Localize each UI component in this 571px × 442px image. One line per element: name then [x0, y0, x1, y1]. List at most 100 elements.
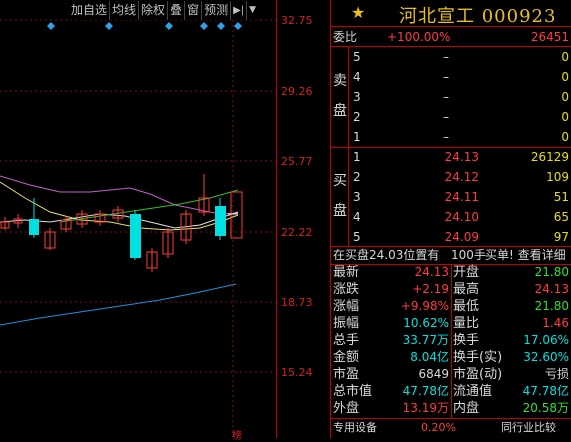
- buy-volume: 97: [553, 230, 569, 244]
- buy-volume: 26129: [530, 150, 569, 164]
- buy-volume: 51: [553, 190, 569, 204]
- ex-rights-button[interactable]: 除权: [139, 1, 169, 20]
- quote-label: 最低: [453, 299, 480, 314]
- quote-value: +2.19: [412, 282, 449, 296]
- quote-value: +9.98%: [400, 299, 449, 313]
- star-icon[interactable]: ★: [351, 3, 365, 22]
- quote-row: 外盘 13.19万 内盘 20.58万: [331, 400, 571, 417]
- weibi-value: 26451: [530, 30, 569, 44]
- buy-level: 1: [353, 150, 361, 164]
- quote-label: 换手: [453, 333, 480, 348]
- sell-price: –: [443, 50, 449, 64]
- ma-line-purple: [0, 175, 239, 215]
- quote-value: 21.80: [534, 299, 569, 313]
- window-button[interactable]: 窗: [185, 1, 203, 20]
- sell-price: –: [443, 110, 449, 124]
- quote-value: 21.80: [534, 265, 569, 279]
- buy-level-row[interactable]: 2 24.12 109: [331, 167, 571, 187]
- buy-level: 2: [353, 170, 361, 184]
- quote-value: 20.58万: [522, 401, 569, 415]
- ma-line-long: [0, 283, 237, 326]
- industry-compare-button[interactable]: 同行业比较: [501, 418, 556, 438]
- order-detail-link[interactable]: 买单! 查看详细: [485, 245, 566, 265]
- quote-label: 外盘: [333, 401, 360, 416]
- axis-tick: 29.26: [281, 85, 313, 98]
- sell-level: 5: [353, 50, 361, 64]
- quote-label: 总市值: [333, 384, 373, 399]
- sell-volume: 0: [561, 110, 569, 124]
- buy-level-row[interactable]: 1 24.13 26129: [331, 147, 571, 167]
- buy-level-row[interactable]: 3 24.11 51: [331, 187, 571, 207]
- chevron-down-icon[interactable]: ▼: [247, 1, 258, 20]
- buy-level: 3: [353, 190, 361, 204]
- quote-row: 市盈 6849 市盈(动) 亏损: [331, 366, 571, 383]
- sell-level-row[interactable]: 4 – 0: [331, 67, 571, 87]
- buy-level-row[interactable]: 5 24.09 97: [331, 227, 571, 247]
- forecast-button[interactable]: 预测: [202, 1, 232, 20]
- quote-value: 24.13: [414, 265, 449, 279]
- quote-label: 最新: [333, 265, 360, 280]
- quote-row: 金额 8.04亿 换手(实) 32.60%: [331, 349, 571, 366]
- sell-volume: 0: [561, 70, 569, 84]
- price-axis: 32.75 29.26 25.77 22.22 18.73 15.24 榜: [232, 0, 330, 442]
- quote-value: 47.78亿: [402, 384, 449, 398]
- axis-bottom-label: 榜: [232, 431, 242, 442]
- quote-value: 13.19万: [402, 401, 449, 415]
- order-info-row: 在买盘24.03位置有 100手 买单! 查看详细: [331, 245, 571, 265]
- quote-label: 总手: [333, 333, 360, 348]
- sell-level-row[interactable]: 1 – 0: [331, 127, 571, 147]
- quote-label: 开盘: [453, 265, 480, 280]
- add-watchlist-button[interactable]: 加自选: [69, 1, 111, 20]
- sell-level: 3: [353, 90, 361, 104]
- sell-level: 4: [353, 70, 361, 84]
- sell-volume: 0: [561, 90, 569, 104]
- quote-value: 47.78亿: [522, 384, 569, 398]
- buy-price: 24.12: [444, 170, 479, 184]
- buy-volume: 109: [546, 170, 569, 184]
- axis-tick: 15.24: [281, 366, 313, 379]
- kline-chart[interactable]: 加自选 均线 除权 叠 窗 预测 ▶| ▼: [0, 0, 276, 438]
- sell-level-row[interactable]: 5 – 0: [331, 47, 571, 67]
- buy-volume: 65: [553, 210, 569, 224]
- quote-row: 涨跌 +2.19 最高 24.13: [331, 281, 571, 298]
- buy-price: 24.09: [444, 230, 479, 244]
- sell-level-row[interactable]: 3 – 0: [331, 87, 571, 107]
- quote-value: 17.06%: [523, 333, 569, 347]
- chart-toolbar: 加自选 均线 除权 叠 窗 预测 ▶| ▼: [69, 1, 259, 20]
- sector-name[interactable]: 专用设备: [333, 418, 377, 438]
- event-markers: [47, 22, 242, 30]
- footer-row: 专用设备 0.20% 同行业比较: [331, 418, 571, 438]
- quote-label: 振幅: [333, 316, 360, 331]
- sell-volume: 0: [561, 50, 569, 64]
- sector-pct: 0.20%: [421, 421, 456, 434]
- quote-value: 亏损: [544, 367, 569, 381]
- buy-level: 5: [353, 230, 361, 244]
- order-info-text: 在买盘24.03位置有: [333, 248, 440, 262]
- quote-value: 8.04亿: [410, 350, 449, 364]
- weibi-row: 委比 +100.00% 26451: [331, 27, 571, 47]
- sell-level-row[interactable]: 2 – 0: [331, 107, 571, 127]
- sell-price: –: [443, 90, 449, 104]
- quote-value: 32.60%: [523, 350, 569, 364]
- weibi-label: 委比: [333, 30, 358, 44]
- axis-tick: 25.77: [281, 155, 313, 168]
- order-info-qty: 100手: [451, 248, 486, 262]
- buy-level-row[interactable]: 4 24.10 65: [331, 207, 571, 227]
- quote-label: 市盈: [333, 367, 360, 382]
- overlay-button[interactable]: 叠: [168, 1, 186, 20]
- quote-row: 涨幅 +9.98% 最低 21.80: [331, 298, 571, 315]
- quote-label: 内盘: [453, 401, 480, 416]
- axis-tick: 32.75: [281, 14, 313, 27]
- kline-plot: [0, 19, 276, 438]
- sell-level: 1: [353, 130, 361, 144]
- sell-price: –: [443, 70, 449, 84]
- quote-label: 量比: [453, 316, 480, 331]
- buy-level: 4: [353, 210, 361, 224]
- navigate-icon[interactable]: ▶|: [231, 1, 248, 20]
- moving-average-button[interactable]: 均线: [110, 1, 140, 20]
- quote-label: 金额: [333, 350, 360, 365]
- sell-volume: 0: [561, 130, 569, 144]
- stock-header: ★ 河北宣工 000923: [331, 0, 571, 27]
- quote-label: 涨幅: [333, 299, 360, 314]
- quote-value: 6849: [418, 367, 449, 381]
